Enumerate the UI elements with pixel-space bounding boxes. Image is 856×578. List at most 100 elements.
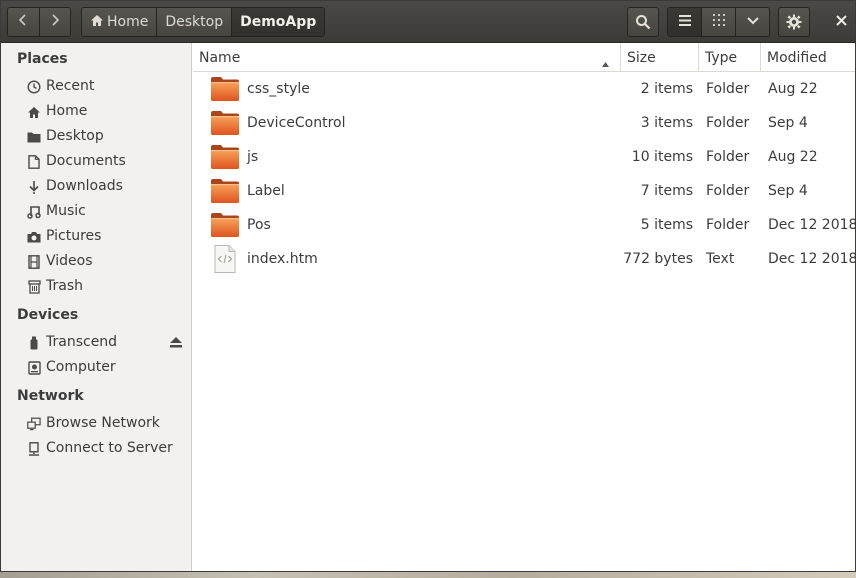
folder-icon bbox=[210, 178, 240, 204]
music-icon bbox=[27, 205, 41, 219]
close-button[interactable] bbox=[827, 7, 855, 37]
sidebar-item-connect-to-server[interactable]: Connect to Server bbox=[1, 437, 191, 461]
sidebar-item-label: Desktop bbox=[46, 128, 104, 144]
grid-view-icon bbox=[712, 14, 725, 30]
table-row[interactable]: Pos 5 items Folder Dec 12 2018 bbox=[193, 208, 855, 242]
file-modified: Sep 4 bbox=[768, 115, 808, 131]
sidebar-item-label: Browse Network bbox=[46, 415, 160, 431]
column-header-modified[interactable]: Modified bbox=[761, 43, 855, 72]
close-icon bbox=[835, 14, 847, 30]
sort-ascending-icon bbox=[602, 55, 609, 71]
settings-button[interactable] bbox=[778, 7, 810, 37]
file-size: 2 items bbox=[640, 81, 693, 97]
sidebar-item-music[interactable]: Music bbox=[1, 200, 191, 224]
sidebar-item-label: Connect to Server bbox=[46, 440, 173, 456]
grid-view-button[interactable] bbox=[701, 8, 735, 36]
file-size: 772 bytes bbox=[623, 251, 693, 267]
network-icon bbox=[27, 417, 41, 431]
sidebar-item-computer[interactable]: Computer bbox=[1, 356, 191, 380]
file-name: js bbox=[247, 149, 259, 165]
chevron-right-icon bbox=[50, 13, 60, 31]
table-row[interactable]: index.htm 772 bytes Text Dec 12 2018 bbox=[193, 242, 855, 276]
breadcrumb-label: Desktop bbox=[165, 14, 224, 30]
folder-icon bbox=[210, 144, 240, 170]
home-icon bbox=[90, 14, 104, 31]
table-row[interactable]: css_style 2 items Folder Aug 22 bbox=[193, 72, 855, 106]
camera-icon bbox=[27, 230, 41, 244]
sidebar-item-label: Transcend bbox=[46, 334, 118, 350]
file-type: Folder bbox=[706, 183, 750, 199]
breadcrumb-desktop[interactable]: Desktop bbox=[156, 8, 232, 36]
column-header-type[interactable]: Type bbox=[699, 43, 761, 72]
sidebar-item-trash[interactable]: Trash bbox=[1, 275, 191, 299]
file-name: Pos bbox=[247, 217, 271, 233]
list-view-button[interactable] bbox=[668, 8, 701, 36]
eject-icon[interactable] bbox=[169, 336, 183, 352]
file-type: Folder bbox=[706, 149, 750, 165]
breadcrumb-label: Home bbox=[107, 14, 149, 30]
file-modified: Dec 12 2018 bbox=[768, 217, 856, 233]
sidebar-section-network: Network bbox=[17, 388, 84, 404]
forward-button[interactable] bbox=[38, 8, 70, 36]
view-toggle-group bbox=[667, 7, 770, 37]
sidebar-item-label: Videos bbox=[46, 253, 93, 269]
sidebar-item-downloads[interactable]: Downloads bbox=[1, 175, 191, 199]
sidebar-section-devices: Devices bbox=[17, 307, 79, 323]
file-manager-window: Home Desktop DemoApp Places Recent Home … bbox=[0, 0, 856, 572]
list-view-icon bbox=[678, 14, 691, 30]
breadcrumb-home[interactable]: Home bbox=[82, 8, 157, 36]
sidebar-item-label: Recent bbox=[46, 78, 95, 94]
sidebar-item-label: Pictures bbox=[46, 228, 102, 244]
sidebar-item-transcend[interactable]: Transcend bbox=[1, 331, 191, 355]
table-row[interactable]: js 10 items Folder Aug 22 bbox=[193, 140, 855, 174]
table-row[interactable]: Label 7 items Folder Sep 4 bbox=[193, 174, 855, 208]
clock-icon bbox=[27, 80, 41, 94]
sidebar-item-desktop[interactable]: Desktop bbox=[1, 125, 191, 149]
column-header-row: Name Size Type Modified bbox=[193, 43, 855, 72]
sidebar-item-recent[interactable]: Recent bbox=[1, 75, 191, 99]
download-icon bbox=[27, 180, 41, 194]
html-file-icon bbox=[210, 245, 240, 273]
sidebar-item-documents[interactable]: Documents bbox=[1, 150, 191, 174]
back-button[interactable] bbox=[8, 8, 39, 36]
document-icon bbox=[27, 155, 41, 169]
chevron-left-icon bbox=[18, 13, 28, 31]
folder-icon bbox=[210, 110, 240, 136]
sidebar: Places Recent Home Desktop Documents Dow… bbox=[1, 43, 192, 571]
breadcrumb-label: DemoApp bbox=[240, 14, 317, 30]
file-list-view: Name Size Type Modified css_style 2 items… bbox=[193, 43, 855, 571]
sidebar-section-places: Places bbox=[17, 51, 68, 67]
film-icon bbox=[27, 255, 41, 269]
sidebar-item-videos[interactable]: Videos bbox=[1, 250, 191, 274]
sidebar-item-pictures[interactable]: Pictures bbox=[1, 225, 191, 249]
file-modified: Aug 22 bbox=[768, 149, 818, 165]
gear-icon bbox=[786, 14, 802, 30]
file-name: DeviceControl bbox=[247, 115, 346, 131]
home-icon bbox=[27, 105, 41, 119]
sidebar-item-label: Downloads bbox=[46, 178, 123, 194]
file-size: 3 items bbox=[640, 115, 693, 131]
file-type: Folder bbox=[706, 81, 750, 97]
sidebar-item-label: Music bbox=[46, 203, 86, 219]
file-modified: Aug 22 bbox=[768, 81, 818, 97]
file-modified: Sep 4 bbox=[768, 183, 808, 199]
file-name: index.htm bbox=[247, 251, 318, 267]
search-button[interactable] bbox=[627, 7, 659, 37]
folder-icon bbox=[27, 130, 41, 144]
navigation-buttons bbox=[7, 7, 71, 37]
chevron-down-icon bbox=[746, 14, 760, 30]
sidebar-item-browse-network[interactable]: Browse Network bbox=[1, 412, 191, 436]
file-name: Label bbox=[247, 183, 285, 199]
sidebar-item-label: Computer bbox=[46, 359, 116, 375]
column-header-name[interactable]: Name bbox=[193, 43, 621, 72]
view-menu-button[interactable] bbox=[735, 8, 769, 36]
sidebar-item-home[interactable]: Home bbox=[1, 100, 191, 124]
breadcrumb: Home Desktop DemoApp bbox=[81, 7, 326, 37]
file-size: 7 items bbox=[640, 183, 693, 199]
column-header-label: Name bbox=[199, 49, 241, 66]
table-row[interactable]: DeviceControl 3 items Folder Sep 4 bbox=[193, 106, 855, 140]
column-header-size[interactable]: Size bbox=[621, 43, 699, 72]
file-size: 10 items bbox=[631, 149, 693, 165]
file-size: 5 items bbox=[640, 217, 693, 233]
breadcrumb-demoapp[interactable]: DemoApp bbox=[231, 8, 325, 36]
